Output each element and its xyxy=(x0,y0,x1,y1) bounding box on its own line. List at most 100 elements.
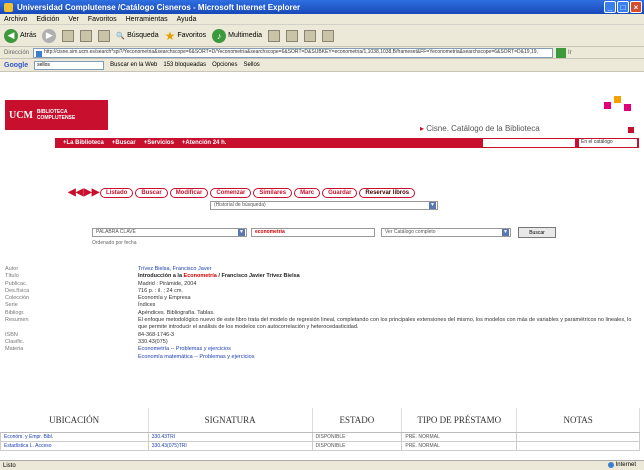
popups-blocked[interactable]: 153 bloqueadas xyxy=(163,62,206,68)
field-label: ISBN xyxy=(5,331,18,338)
search-button[interactable]: Buscar xyxy=(518,227,556,238)
scope-select[interactable]: En el catálogo xyxy=(579,139,637,147)
forward-button[interactable]: ▶ xyxy=(42,28,57,43)
folder-icon[interactable] xyxy=(322,29,335,42)
decorative-square xyxy=(628,127,634,133)
catalog-select[interactable]: Ver Catálogo completo xyxy=(381,228,511,237)
menu-la-biblioteca[interactable]: +La Biblioteca xyxy=(63,140,104,146)
google-logo: Google xyxy=(4,61,29,69)
subject-link[interactable]: Economía matemática -- Problemas y ejerc… xyxy=(138,354,635,361)
cell-notas xyxy=(516,431,640,442)
tab-listado[interactable]: Listado xyxy=(100,187,134,198)
record-row-materia-2: Economía matemática -- Problemas y ejerc… xyxy=(5,354,635,361)
field-label: Título xyxy=(5,273,19,280)
search-button[interactable]: 🔍 Búsqueda xyxy=(116,32,158,40)
mail-icon[interactable] xyxy=(286,29,299,42)
title-pre: Introducción a la xyxy=(138,273,184,280)
field-label xyxy=(5,354,138,361)
author-link[interactable]: Trívez Bielsa, Francisco Javer xyxy=(138,266,635,273)
history-icon[interactable] xyxy=(268,29,281,42)
menu-item-ver[interactable]: Ver xyxy=(68,16,79,23)
field-label: Colección xyxy=(5,295,30,302)
next-record-icon[interactable]: ▶▶ xyxy=(84,187,99,198)
search-history-select[interactable]: (Historial de búsqueda) xyxy=(210,201,438,210)
tab-buscar[interactable]: Buscar xyxy=(135,187,168,198)
title-value: Introducción a la Econometría / Francisc… xyxy=(138,273,635,280)
tab-marc[interactable]: Marc xyxy=(294,187,321,198)
decorative-squares xyxy=(604,96,634,116)
cell-signatura[interactable]: 330.43TRI xyxy=(147,431,313,442)
field-label: Resumen xyxy=(5,317,29,324)
record-row-materia: Materia Econometría -- Problemas y ejerc… xyxy=(5,346,635,353)
multimedia-label: Multimedia xyxy=(228,32,263,39)
window-titlebar: Universidad Complutense /Catálogo Cisner… xyxy=(0,0,644,14)
menu-servicios[interactable]: +Servicios xyxy=(144,140,174,146)
refresh-icon[interactable] xyxy=(80,29,93,42)
window-controls: _ □ × xyxy=(604,1,642,13)
browser-toolbar: ◀ Atrás ▶ 🔍 Búsqueda ★ Favoritos ♪ Multi… xyxy=(0,25,644,47)
back-arrow-icon: ◀ xyxy=(4,28,18,43)
site-search-input[interactable] xyxy=(483,139,575,147)
tab-comenzar[interactable]: Comenzar xyxy=(210,187,252,198)
minimize-button[interactable]: _ xyxy=(604,1,616,13)
maximize-button[interactable]: □ xyxy=(617,1,629,13)
field-label: Bibliogr. xyxy=(5,309,25,316)
field-label: Clasific. xyxy=(5,338,25,345)
field-value: 330.43(075) xyxy=(138,338,168,345)
menu-item-archivo[interactable]: Archivo xyxy=(4,16,27,23)
menu-item-favoritos[interactable]: Favoritos xyxy=(88,16,117,23)
tab-modificar[interactable]: Modificar xyxy=(169,187,209,198)
record-row-desfisica: Des.física 716 p. : il. ; 24 cm. xyxy=(5,288,635,295)
search-web-button[interactable]: Buscar en la Web xyxy=(110,62,157,68)
options-button[interactable]: Opciones xyxy=(212,62,237,68)
favorites-button[interactable]: ★ Favoritos xyxy=(165,29,207,43)
field-value: Madrid : Pirámide, 2004 xyxy=(138,280,197,287)
page-content: UCM BIBLIOTECA COMPLUTENSE Cisne. Catálo… xyxy=(0,72,644,460)
search-field-select[interactable]: PALABRA CLAVE xyxy=(92,228,247,237)
tab-similares[interactable]: Similares xyxy=(253,187,293,198)
close-button[interactable]: × xyxy=(630,1,642,13)
tab-guardar[interactable]: Guardar xyxy=(322,187,358,198)
cell-signatura[interactable]: 330.43(075)TRI xyxy=(147,440,313,451)
search-input[interactable]: econometria xyxy=(251,228,375,237)
ucm-text: UCM xyxy=(9,109,33,121)
print-icon[interactable] xyxy=(304,29,317,42)
status-text: Listo xyxy=(3,462,16,469)
multimedia-button[interactable]: ♪ Multimedia xyxy=(212,28,263,43)
cell-ubicacion[interactable]: Económ. y Empr. Bibl. xyxy=(0,431,149,442)
menu-item-herramientas[interactable]: Herramientas xyxy=(126,16,168,23)
address-bar: Dirección http://cisne.sim.ucm.es/search… xyxy=(0,47,644,59)
media-icon: ♪ xyxy=(212,28,227,43)
record-navigation: ◀◀ ▶▶ Listado Buscar Modificar Comenzar … xyxy=(68,187,416,198)
record-row-resumen: Resumen El enfoque metodológico nuevo de… xyxy=(5,317,635,332)
sellos-button[interactable]: Sellos xyxy=(243,62,259,68)
ucm-logo[interactable]: UCM BIBLIOTECA COMPLUTENSE xyxy=(5,100,108,130)
zone-label: Internet xyxy=(615,462,636,468)
previous-record-icon[interactable]: ◀◀ xyxy=(68,187,83,198)
tab-reservar-libros[interactable]: Reservar libros xyxy=(359,187,416,198)
holdings-header-row: UBICACIÓN SIGNATURA ESTADO TIPO DE PRÉST… xyxy=(0,408,640,433)
url-input[interactable]: http://cisne.sim.ucm.es/search*spi?/Yeco… xyxy=(33,47,554,58)
header-estado: ESTADO xyxy=(312,408,403,433)
go-button[interactable] xyxy=(556,47,567,58)
back-button[interactable]: ◀ Atrás xyxy=(4,28,36,43)
cell-tipo-prestamo: PRÉ. NORMAL xyxy=(401,440,518,451)
star-icon: ★ xyxy=(164,28,176,43)
record-row-autor: Autor Trívez Bielsa, Francisco Javer xyxy=(5,266,635,273)
cell-ubicacion[interactable]: Estadística L. Acceso xyxy=(0,440,149,451)
home-icon[interactable] xyxy=(98,29,111,42)
complutense-line: COMPLUTENSE xyxy=(36,115,76,121)
record-row-bibliografia: Bibliogr. Apéndices. Bibliografía. Tabla… xyxy=(5,310,635,317)
stop-icon[interactable] xyxy=(62,29,75,42)
menu-atencion[interactable]: +Atención 24 h. xyxy=(182,140,227,146)
subject-link[interactable]: Econometría -- Problemas y ejercicios xyxy=(138,346,635,353)
site-menu-bar: +La Biblioteca +Buscar +Servicios +Atenc… xyxy=(55,138,639,148)
title-highlight: Econometría xyxy=(183,273,217,280)
menu-buscar[interactable]: +Buscar xyxy=(112,140,136,146)
menu-item-ayuda[interactable]: Ayuda xyxy=(177,16,197,23)
globe-icon xyxy=(607,462,614,468)
menu-item-edicion[interactable]: Edición xyxy=(36,16,59,23)
search-icon: 🔍 xyxy=(116,32,126,40)
cell-tipo-prestamo: PRÉ. NORMAL xyxy=(401,431,518,442)
google-search-input[interactable]: sellos xyxy=(34,60,105,70)
